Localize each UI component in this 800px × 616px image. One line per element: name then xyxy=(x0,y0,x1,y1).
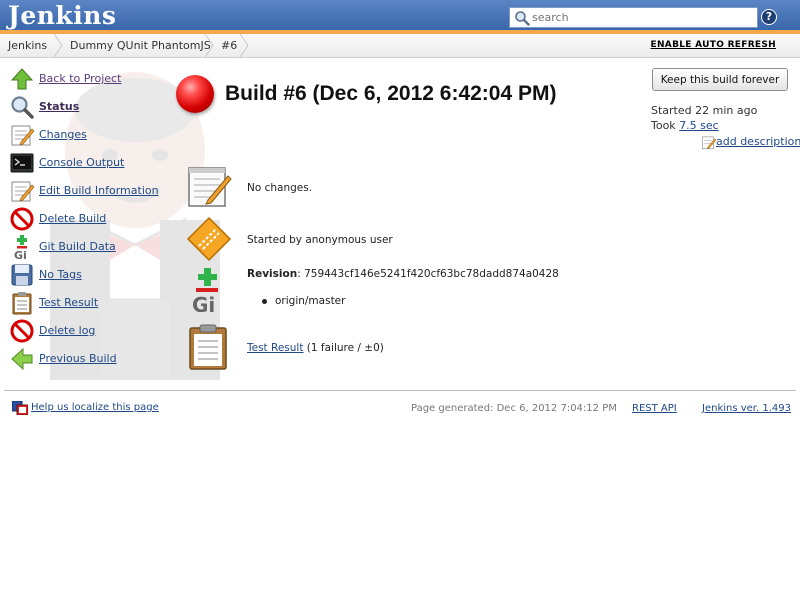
enable-auto-refresh-link[interactable]: ENABLE AUTO REFRESH xyxy=(651,40,776,50)
save-icon xyxy=(11,264,33,286)
build-status-ball-icon xyxy=(176,75,214,113)
build-cause: Started by anonymous user xyxy=(247,234,393,246)
svg-text:Gi: Gi xyxy=(192,293,215,312)
cause-icon xyxy=(186,216,232,262)
magnifier-icon xyxy=(11,96,34,119)
notepad-icon xyxy=(701,136,716,150)
notepad-icon xyxy=(188,167,232,207)
page-title: Build #6 (Dec 6, 2012 6:42:04 PM) xyxy=(225,82,557,105)
task-label[interactable]: Changes xyxy=(39,128,87,141)
search-box[interactable] xyxy=(509,7,758,28)
revision-label: Revision xyxy=(247,268,298,280)
build-duration-link[interactable]: 7.5 sec xyxy=(679,119,719,132)
clipboard-icon xyxy=(12,292,32,315)
add-description-link[interactable]: add description xyxy=(716,135,800,148)
no-entry-icon xyxy=(10,319,34,343)
chevron-right-icon xyxy=(204,34,214,57)
task-label[interactable]: Back to Project xyxy=(39,72,121,85)
up-arrow-icon xyxy=(10,68,34,90)
notepad-icon xyxy=(11,125,34,146)
build-duration: Took 7.5 sec xyxy=(651,119,719,132)
footer-divider xyxy=(4,390,796,391)
task-label[interactable]: Test Result xyxy=(39,296,98,309)
task-label[interactable]: Status xyxy=(39,100,79,113)
test-result-detail: (1 failure / ±0) xyxy=(303,342,384,354)
localize-icon xyxy=(12,401,28,415)
notepad-icon xyxy=(11,181,34,202)
chevron-right-icon xyxy=(239,34,249,57)
test-result-summary: Test Result (1 failure / ±0) xyxy=(247,342,384,354)
svg-text:Gi: Gi xyxy=(14,249,27,259)
git-icon: Gi xyxy=(14,235,27,259)
revision: Revision: 759443cf146e5241f420cf63bc78da… xyxy=(247,268,559,280)
clipboard-icon xyxy=(189,324,227,370)
chevron-right-icon xyxy=(53,34,63,57)
rest-api-link[interactable]: REST API xyxy=(632,403,677,414)
breadcrumb-item-jenkins[interactable]: Jenkins xyxy=(8,34,47,57)
search-icon xyxy=(515,11,530,26)
jenkins-logo[interactable]: Jenkins xyxy=(8,1,116,30)
task-label[interactable]: Git Build Data xyxy=(39,240,116,253)
keep-build-forever-button[interactable]: Keep this build forever xyxy=(652,68,788,91)
task-label[interactable]: No Tags xyxy=(39,268,82,281)
page-generated-timestamp: Page generated: Dec 6, 2012 7:04:12 PM xyxy=(411,403,617,414)
task-label[interactable]: Console Output xyxy=(39,156,124,169)
localize-link[interactable]: Help us localize this page xyxy=(31,402,159,413)
breadcrumb-item-project[interactable]: Dummy QUnit PhantomJS xyxy=(70,34,211,57)
search-input[interactable] xyxy=(532,9,754,26)
git-icon: Gi xyxy=(192,268,218,312)
terminal-icon xyxy=(10,153,34,173)
changes-summary: No changes. xyxy=(247,182,313,194)
revision-hash: : 759443cf146e5241f420cf63bc78dadd874a04… xyxy=(297,268,559,280)
left-arrow-icon xyxy=(11,347,33,371)
no-entry-icon xyxy=(10,207,34,231)
task-label[interactable]: Previous Build xyxy=(39,352,117,365)
question-icon[interactable]: ? xyxy=(761,9,777,25)
page-header: Jenkins ? xyxy=(0,0,800,34)
revision-branch: origin/master xyxy=(261,295,346,307)
build-started-text: Started 22 min ago xyxy=(651,104,758,117)
jenkins-version-link[interactable]: Jenkins ver. 1.493 xyxy=(702,403,791,414)
test-result-link[interactable]: Test Result xyxy=(247,342,303,354)
breadcrumb-item-build[interactable]: #6 xyxy=(221,34,237,57)
task-label[interactable]: Delete Build xyxy=(39,212,106,225)
took-label: Took xyxy=(651,119,680,132)
task-label[interactable]: Delete log xyxy=(39,324,95,337)
task-label[interactable]: Edit Build Information xyxy=(39,184,159,197)
breadcrumb: Jenkins Dummy QUnit PhantomJS #6 ENABLE … xyxy=(0,34,800,58)
